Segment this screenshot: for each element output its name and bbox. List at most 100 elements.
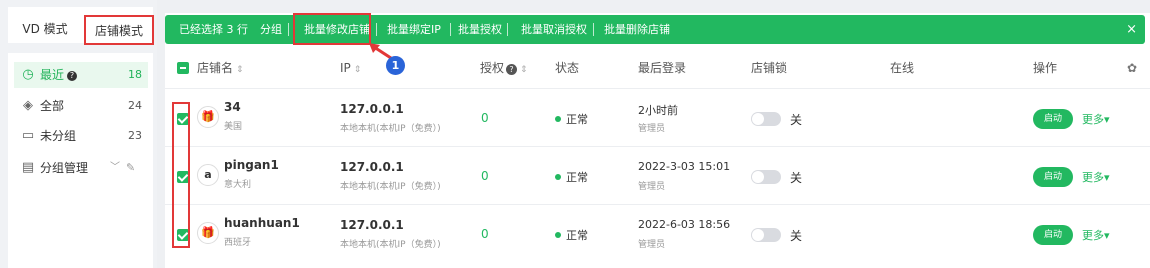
column-header-lock: 店铺锁: [751, 61, 788, 75]
ip-note: 本地本机(本机IP（免费）): [340, 182, 441, 192]
bulk-bind-ip-button[interactable]: 批量绑定IP: [387, 15, 441, 44]
amazon-icon: a: [197, 164, 219, 186]
store-lock-toggle[interactable]: [751, 112, 781, 126]
ip-address: 127.0.0.1: [340, 218, 404, 232]
shop-region: 意大利: [224, 180, 252, 190]
sidebar-item-ungrouped[interactable]: ▭ 未分组 23: [14, 123, 148, 149]
divider: [507, 23, 508, 36]
divider: [376, 23, 377, 36]
more-menu[interactable]: 更多▾: [1082, 111, 1110, 127]
divider: [288, 23, 289, 36]
sidebar-item-label: 全部: [40, 99, 65, 113]
bulk-authorize-button[interactable]: 批量授权: [458, 15, 502, 44]
help-icon[interactable]: ?: [67, 71, 78, 81]
column-header-status: 状态: [555, 61, 580, 75]
toggle-label: 关: [790, 229, 803, 243]
login-role: 管理员: [638, 124, 666, 134]
column-header-ops: 操作: [1033, 61, 1058, 75]
status-badge: 正常: [555, 169, 588, 185]
status-dot: [555, 174, 561, 180]
close-icon[interactable]: ×: [1126, 15, 1137, 44]
column-header-last-login: 最后登录: [638, 61, 687, 75]
last-login-time: 2022-6-03 18:56: [638, 218, 731, 231]
bulk-delete-store-button[interactable]: 批量删除店铺: [604, 15, 670, 44]
step-number-badge: 1: [386, 56, 405, 75]
last-login-time: 2022-3-03 15:01: [638, 160, 731, 173]
tab-store-mode[interactable]: 店铺模式: [84, 15, 154, 45]
tab-vd-mode[interactable]: VD 模式: [12, 15, 78, 43]
store-lock-toggle[interactable]: [751, 170, 781, 184]
shop-name[interactable]: huanhuan1: [224, 216, 300, 230]
shop-region: 西班牙: [224, 238, 252, 248]
shop-name[interactable]: pingan1: [224, 158, 279, 172]
sidebar-item-label: 最近: [40, 68, 65, 82]
ip-address: 127.0.0.1: [340, 102, 404, 116]
ip-address: 127.0.0.1: [340, 160, 404, 174]
toggle-label: 关: [790, 171, 803, 185]
store-lock-toggle[interactable]: [751, 228, 781, 242]
shop-name[interactable]: 34: [224, 100, 241, 114]
group-panel: ◷ 最近? 18 ◈ 全部 24 ▭ 未分组 23 ▤ 分组管理 ﹀ ✎: [8, 53, 153, 268]
start-button[interactable]: 启动: [1033, 167, 1073, 187]
status-dot: [555, 232, 561, 238]
edit-icon[interactable]: ✎: [126, 155, 135, 181]
chevron-down-icon[interactable]: ﹀: [110, 155, 120, 181]
divider: [593, 23, 594, 36]
table-row[interactable]: 🎁 huanhuan1 西班牙 127.0.0.1 本地本机(本机IP（免费）)…: [165, 204, 1150, 261]
start-button[interactable]: 启动: [1033, 225, 1073, 245]
more-menu[interactable]: 更多▾: [1082, 169, 1110, 185]
help-icon[interactable]: ?: [506, 64, 518, 75]
sidebar-item-count: 18: [128, 68, 142, 81]
sort-icon[interactable]: ⇕: [354, 65, 362, 75]
login-role: 管理员: [638, 240, 666, 250]
sidebar: VD 模式 店铺模式 ◷ 最近? 18 ◈ 全部 24 ▭ 未分组 23 ▤ 分…: [0, 0, 157, 268]
divider: [450, 23, 451, 36]
sidebar-item-group-manage[interactable]: ▤ 分组管理 ﹀ ✎: [14, 155, 148, 181]
column-header-name[interactable]: 店铺名 ⇕: [197, 50, 244, 86]
folder-icon: ▤: [21, 160, 35, 175]
toggle-label: 关: [790, 113, 803, 127]
caret-down-icon: ▾: [1104, 229, 1110, 242]
column-header-ip[interactable]: IP ⇕: [340, 50, 361, 86]
clock-icon: ◷: [22, 67, 34, 82]
sidebar-item-label: 分组管理: [40, 161, 89, 175]
auth-count[interactable]: 0: [481, 111, 489, 125]
column-header-online: 在线: [890, 61, 915, 75]
select-all-checkbox[interactable]: [177, 62, 189, 74]
highlight-box: [293, 13, 371, 45]
status-dot: [555, 116, 561, 122]
start-button[interactable]: 启动: [1033, 109, 1073, 129]
layers-icon: ◈: [23, 98, 33, 113]
sort-icon[interactable]: ⇕: [236, 65, 244, 75]
bulk-group-button[interactable]: 分组: [260, 15, 282, 44]
ip-note: 本地本机(本机IP（免费）): [340, 124, 441, 134]
auth-count[interactable]: 0: [481, 227, 489, 241]
sidebar-item-count: 24: [128, 99, 142, 112]
mode-tabs: VD 模式 店铺模式: [8, 7, 154, 45]
sidebar-item-count: 23: [128, 129, 142, 142]
sort-icon[interactable]: ⇕: [520, 65, 528, 75]
caret-down-icon: ▾: [1104, 113, 1110, 126]
bulk-revoke-button[interactable]: 批量取消授权: [521, 15, 587, 44]
sidebar-item-all[interactable]: ◈ 全部 24: [14, 93, 148, 119]
more-menu[interactable]: 更多▾: [1082, 227, 1110, 243]
auth-count[interactable]: 0: [481, 169, 489, 183]
status-badge: 正常: [555, 111, 588, 127]
app-window: VD 模式 店铺模式 ◷ 最近? 18 ◈ 全部 24 ▭ 未分组 23 ▤ 分…: [0, 0, 1150, 268]
table-row[interactable]: a pingan1 意大利 127.0.0.1 本地本机(本机IP（免费）) 0…: [165, 146, 1150, 203]
shop-region: 美国: [224, 122, 243, 132]
caret-down-icon: ▾: [1104, 171, 1110, 184]
gear-icon[interactable]: ✿: [1127, 50, 1137, 86]
selected-count: 已经选择 3 行: [179, 23, 248, 36]
table-row[interactable]: 🎁 34 美国 127.0.0.1 本地本机(本机IP（免费）) 0 正常 2小…: [165, 88, 1150, 145]
table-header: 店铺名 ⇕ IP ⇕ 授权? ⇕ 状态 最后登录 店铺锁 在线 操作 ✿: [165, 50, 1150, 86]
highlight-box: [172, 102, 190, 248]
status-badge: 正常: [555, 227, 588, 243]
ip-note: 本地本机(本机IP（免费）): [340, 240, 441, 250]
column-header-auth[interactable]: 授权? ⇕: [480, 50, 528, 86]
login-role: 管理员: [638, 182, 666, 192]
gift-box-icon: 🎁: [197, 222, 219, 244]
sidebar-item-recent[interactable]: ◷ 最近? 18: [14, 62, 148, 88]
inbox-icon: ▭: [21, 128, 35, 143]
last-login-time: 2小时前: [638, 104, 678, 117]
